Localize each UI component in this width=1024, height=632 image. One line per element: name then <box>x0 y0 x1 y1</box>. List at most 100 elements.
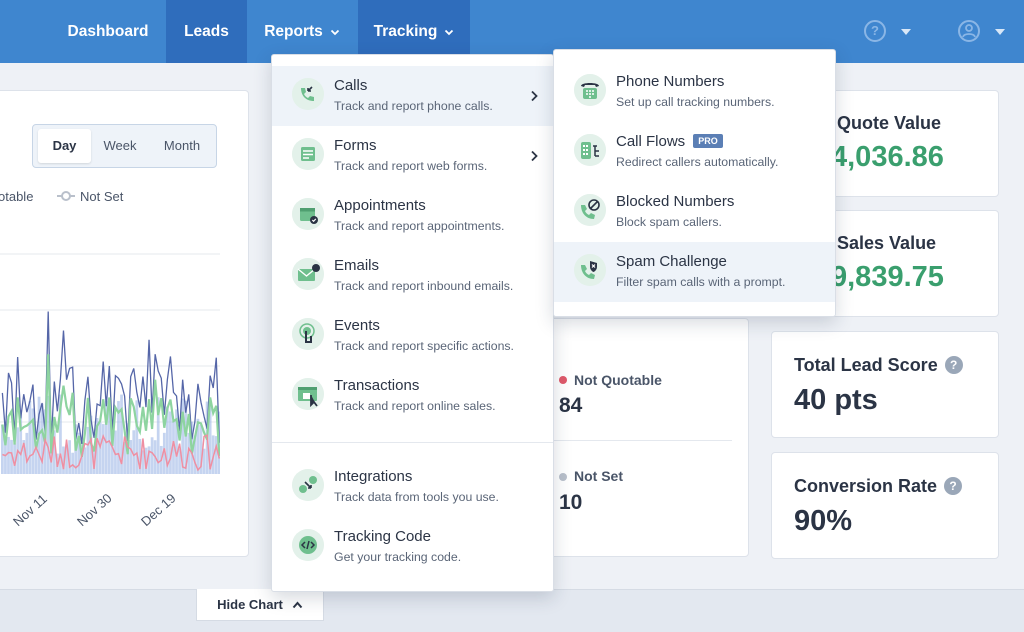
shopping-icon <box>292 378 324 410</box>
menu-divider <box>272 442 553 443</box>
stat-value: 84 <box>559 394 583 417</box>
menu-item-emails[interactable]: Emails Track and report inbound emails. <box>272 246 553 306</box>
chart-bar <box>169 411 172 474</box>
menu-item-desc: Track and report online sales. <box>334 399 496 413</box>
submenu-item-phone-numbers[interactable]: Phone Numbers Set up call tracking numbe… <box>554 62 835 122</box>
chart-bar <box>83 447 87 474</box>
metric-title: Conversion Rate? <box>794 476 963 497</box>
help-icon[interactable]: ? <box>944 356 963 374</box>
legend-not-quotable[interactable]: otable <box>0 189 33 204</box>
stat-value: 10 <box>559 491 583 514</box>
menu-item-title: Appointments <box>334 197 426 214</box>
stat-label: Not Set <box>574 468 623 484</box>
menu-item-desc: Track and report web forms. <box>334 159 488 173</box>
metric-value: 9,839.75 <box>831 261 944 293</box>
submenu-item-title: Spam Challenge <box>616 253 727 270</box>
chart-bar <box>101 424 105 474</box>
menu-item-title: Events <box>334 317 380 334</box>
submenu-item-call-flows[interactable]: Call Flows PRO Redirect callers automatic… <box>554 122 835 182</box>
conversion-rate-card: Conversion Rate? 90% <box>771 452 999 559</box>
shield-phone-icon <box>574 254 606 286</box>
legend-not-set[interactable]: Not Set <box>80 189 123 204</box>
period-week-button[interactable]: Week <box>97 129 143 163</box>
submenu-item-title: Call Flows PRO <box>616 133 723 150</box>
menu-item-desc: Track data from tools you use. <box>334 490 499 504</box>
call-flow-icon <box>574 134 606 166</box>
nav-leads[interactable]: Leads <box>166 0 247 63</box>
desk-phone-icon <box>574 74 606 106</box>
chart-bar <box>7 436 10 474</box>
menu-item-desc: Track and report phone calls. <box>334 99 493 113</box>
menu-item-calls[interactable]: Calls Track and report phone calls. <box>272 66 553 126</box>
menu-item-title: Integrations <box>334 468 413 485</box>
menu-item-title: Transactions <box>334 377 420 394</box>
menu-item-integrations[interactable]: Integrations Track data from tools you u… <box>272 457 553 517</box>
menu-item-events[interactable]: Events Track and report specific actions… <box>272 306 553 366</box>
chart-bar <box>214 436 218 474</box>
chart-bar <box>129 440 133 474</box>
period-selector: Day Week Month <box>32 124 217 168</box>
period-day-button[interactable]: Day <box>38 129 91 163</box>
not-set-dot <box>559 473 567 481</box>
pro-badge: PRO <box>693 134 723 148</box>
metric-value: 4,036.86 <box>831 141 944 173</box>
metric-title: Total Lead Score? <box>794 355 963 376</box>
submenu-item-desc: Block spam callers. <box>616 215 722 229</box>
period-month-button[interactable]: Month <box>151 129 213 163</box>
menu-item-title: Forms <box>334 137 377 154</box>
chevron-right-icon <box>531 150 538 162</box>
metric-title: Quote Value <box>837 113 942 133</box>
form-icon <box>292 138 324 170</box>
help-icon[interactable]: ? <box>944 477 963 495</box>
divider <box>554 440 732 441</box>
metric-value: 40 pts <box>794 384 878 416</box>
chart-bar <box>34 448 38 474</box>
menu-item-appointments[interactable]: Appointments Track and report appointmen… <box>272 186 553 246</box>
phone-call-icon <box>292 78 324 110</box>
calendar-icon <box>292 198 324 230</box>
menu-item-title: Emails <box>334 257 380 274</box>
submenu-item-spam-challenge[interactable]: Spam Challenge Filter spam calls with a … <box>554 242 835 302</box>
chart-bar <box>28 400 32 474</box>
blocked-phone-icon <box>574 194 606 226</box>
submenu-item-desc: Filter spam calls with a prompt. <box>616 275 786 289</box>
submenu-item-desc: Set up call tracking numbers. <box>616 95 775 109</box>
help-icon[interactable]: ? <box>864 20 886 42</box>
leads-chart <box>0 253 220 474</box>
integrations-icon <box>292 469 324 501</box>
lead-status-card <box>540 318 749 557</box>
menu-item-tracking-code[interactable]: Tracking Code Get your tracking code. <box>272 517 553 577</box>
legend-marker-icon <box>57 191 75 201</box>
menu-item-forms[interactable]: Forms Track and report web forms. <box>272 126 553 186</box>
chart-bar <box>135 400 139 474</box>
chevron-down-icon <box>445 29 454 35</box>
user-avatar-icon[interactable] <box>958 20 980 42</box>
submenu-item-title: Blocked Numbers <box>616 193 735 210</box>
chevron-up-icon <box>292 600 303 608</box>
menu-item-title: Tracking Code <box>334 528 431 545</box>
hide-chart-button[interactable]: Hide Chart <box>196 589 324 621</box>
chevron-down-icon <box>330 29 339 35</box>
menu-item-desc: Get your tracking code. <box>334 550 462 564</box>
chart-bar <box>71 452 75 474</box>
help-menu-caret-icon[interactable] <box>901 29 911 35</box>
chevron-right-icon <box>531 90 538 102</box>
email-icon <box>292 258 324 290</box>
chart-bar <box>150 437 154 474</box>
stat-label: Not Quotable <box>574 372 662 388</box>
calls-submenu: Phone Numbers Set up call tracking numbe… <box>553 49 836 317</box>
menu-item-desc: Track and report inbound emails. <box>334 279 514 293</box>
submenu-item-desc: Redirect callers automatically. <box>616 155 779 169</box>
menu-item-desc: Track and report specific actions. <box>334 339 514 353</box>
submenu-item-title: Phone Numbers <box>616 73 725 90</box>
metric-title: Sales Value <box>837 233 937 253</box>
metric-value: 90% <box>794 505 853 537</box>
menu-item-desc: Track and report appointments. <box>334 219 505 233</box>
user-menu-caret-icon[interactable] <box>995 29 1005 35</box>
tracking-menu: Calls Track and report phone calls. Form… <box>271 54 554 592</box>
nav-dashboard[interactable]: Dashboard <box>52 0 164 63</box>
code-icon <box>292 529 324 561</box>
not-quotable-dot <box>559 376 567 384</box>
menu-item-transactions[interactable]: Transactions Track and report online sal… <box>272 366 553 426</box>
submenu-item-blocked-numbers[interactable]: Blocked Numbers Block spam callers. <box>554 182 835 242</box>
